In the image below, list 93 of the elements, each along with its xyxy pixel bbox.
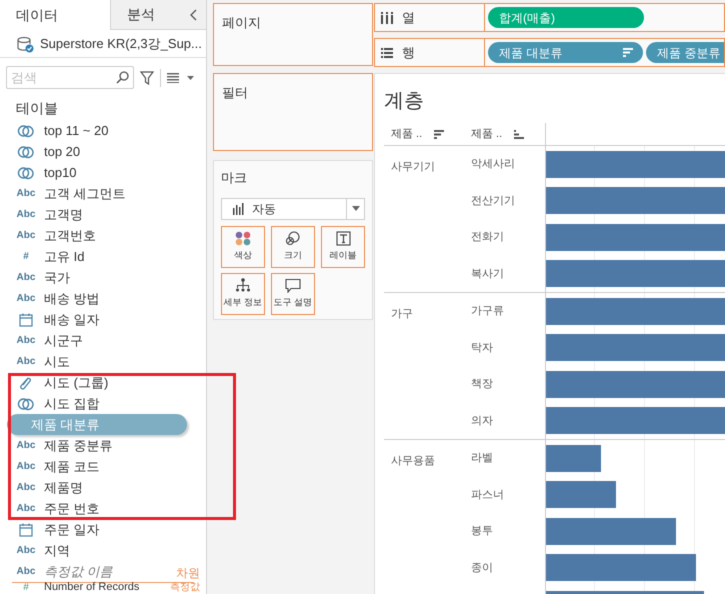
string-type-icon: Abc [16, 501, 36, 516]
number-type-icon: # [16, 582, 36, 593]
string-type-icon: Abc [16, 459, 36, 474]
row-header: 전화기 [471, 230, 504, 245]
view-options-icon [167, 72, 195, 82]
column-header[interactable]: 제품 .. [391, 126, 422, 142]
shelf-label: 행 [402, 44, 415, 62]
string-type-icon: Abc [16, 438, 36, 453]
shelf-label: 열 [402, 8, 415, 27]
field-item[interactable]: 시군구 [44, 330, 83, 350]
string-type-icon: Abc [16, 207, 36, 222]
string-type-icon: Abc [16, 543, 36, 558]
string-type-icon: Abc [16, 186, 36, 201]
section-label: 측정값 [170, 582, 200, 593]
field-item[interactable]: Number of Records [44, 582, 140, 593]
row-header: 사무기기 [391, 161, 435, 173]
field-item[interactable]: 제품 코드 [44, 456, 100, 476]
search-field[interactable]: 검색 [6, 66, 134, 89]
sort-descending-icon [623, 48, 633, 57]
database-icon [16, 34, 34, 52]
bar-chart-icon [232, 202, 244, 214]
panel-tab[interactable]: 분석 [110, 0, 182, 30]
rows-icon [381, 48, 393, 58]
string-type-icon: Abc [16, 564, 36, 579]
mark-card-button[interactable]: 세부 정보 [221, 272, 265, 314]
bar [546, 444, 601, 472]
field-item[interactable]: 고유 Id [44, 246, 84, 266]
field-item[interactable]: 측정값 이름 [44, 562, 113, 582]
field-item[interactable]: 주문 일자 [44, 520, 100, 540]
mark-card-button[interactable]: 크기 [271, 226, 315, 268]
set-icon [16, 122, 36, 138]
row-header: 사무용품 [391, 455, 435, 467]
size-icon [284, 230, 302, 246]
field-item[interactable]: 배송 일자 [44, 310, 100, 330]
filter-icon [140, 70, 154, 84]
number-type-icon: # [16, 249, 36, 264]
row-header: 봉투 [471, 524, 493, 539]
row-header: 가구 [391, 308, 413, 320]
color-icon [234, 230, 252, 246]
card-title: 페이지 [222, 15, 261, 30]
row-header: 악세사리 [471, 157, 515, 172]
field-item[interactable]: 시도 [44, 352, 70, 372]
row-header: 파스너 [471, 488, 504, 502]
card-title: 필터 [222, 85, 248, 100]
mark-card-button[interactable]: 색상 [221, 226, 265, 268]
set-icon [16, 396, 36, 412]
field-item[interactable]: 고객명 [44, 204, 83, 224]
field-item[interactable]: 시도 집합 [44, 394, 100, 414]
row-header: 전산기기 [471, 194, 515, 208]
field-item[interactable]: 고객번호 [44, 226, 96, 246]
field-item[interactable]: 배송 방법 [44, 288, 100, 308]
field-item[interactable]: 지역 [44, 540, 70, 560]
view-title: 계층 [384, 89, 425, 113]
row-header: 가구류 [471, 304, 504, 319]
field-item[interactable]: 고객 세그먼트 [44, 184, 126, 204]
row-header: 종이 [471, 560, 493, 576]
string-type-icon: Abc [16, 480, 36, 495]
string-type-icon: Abc [16, 270, 36, 285]
string-type-icon: Abc [16, 333, 36, 348]
datasource-name[interactable]: Superstore KR(2,3강_Sup... [40, 34, 202, 54]
text-label-icon [334, 230, 352, 246]
row-header: 복사기 [471, 266, 504, 282]
field-item[interactable]: top10 [44, 162, 77, 182]
row-header: 라벨 [471, 451, 493, 466]
field-item[interactable]: 제품명 [44, 478, 83, 498]
string-type-icon: Abc [16, 228, 36, 243]
field-item[interactable]: 시도 (그룹) [44, 372, 108, 392]
field-item[interactable]: 제품 중분류 [44, 436, 113, 456]
row-header: 탁자 [471, 340, 493, 356]
field-item[interactable]: top 11 ~ 20 [44, 120, 108, 140]
columns-icon [381, 12, 393, 24]
mark-card-button[interactable]: 레이블 [321, 226, 365, 268]
string-type-icon: Abc [16, 354, 36, 369]
section-label: 차원 [176, 565, 200, 582]
mark-card-button[interactable]: 도구 설명 [271, 272, 315, 314]
section-title: 테이블 [15, 99, 59, 118]
hierarchy-icon [234, 278, 252, 293]
card-title: 마크 [221, 169, 247, 187]
field-item[interactable]: 주문 번호 [44, 498, 100, 518]
search-icon [116, 71, 129, 84]
set-icon [16, 164, 36, 180]
bar [546, 481, 616, 508]
row-header: 의자 [471, 414, 493, 428]
mark-type-dropdown[interactable]: 자동 [221, 198, 365, 220]
speech-bubble-icon [284, 278, 302, 293]
string-type-icon: Abc [16, 291, 36, 306]
column-header[interactable]: 제품 .. [471, 126, 502, 142]
row-header: 책장 [471, 377, 493, 392]
field-item[interactable]: 국가 [44, 268, 70, 288]
caret-icon [352, 206, 360, 211]
collapse-icon [190, 8, 198, 20]
set-icon [16, 144, 36, 160]
field-item[interactable]: top 20 [44, 142, 80, 162]
